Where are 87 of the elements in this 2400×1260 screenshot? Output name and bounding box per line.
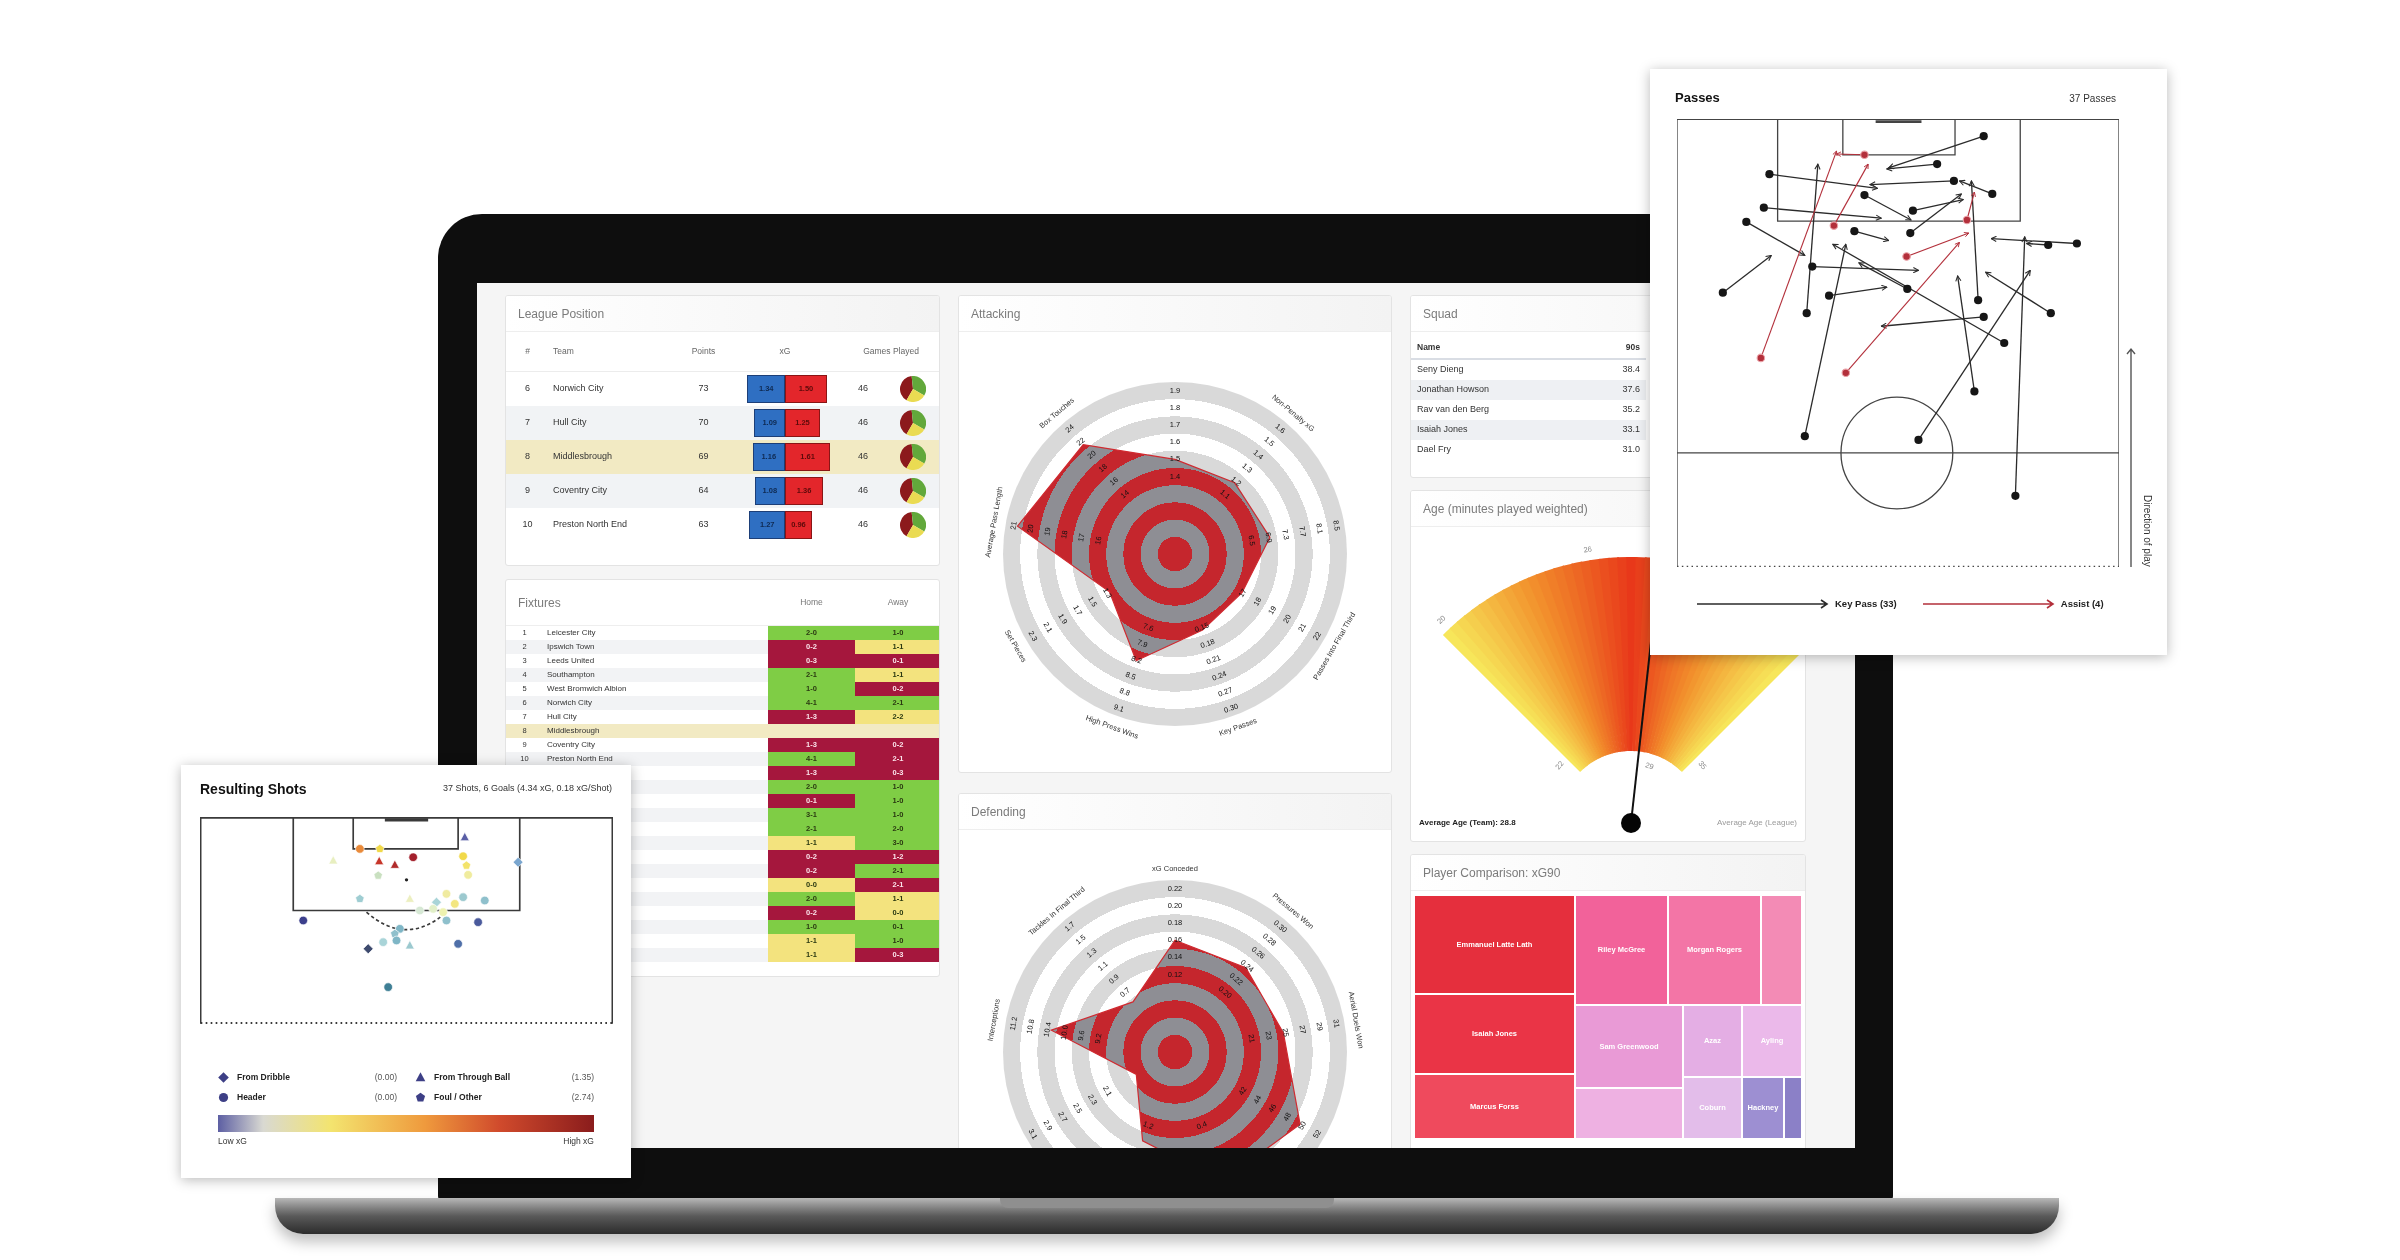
arrow-icon — [1922, 599, 2055, 610]
table-cell: 35.2 — [1622, 403, 1640, 417]
table-cell: West Bromwich Albion — [547, 685, 627, 693]
column-header: 90s — [1625, 341, 1640, 354]
table-cell: 6 — [525, 382, 530, 396]
table-cell: 46 — [858, 484, 868, 498]
table-cell: 8 — [525, 450, 530, 464]
table-cell: Southampton — [547, 671, 595, 679]
table-cell: 31.0 — [1622, 443, 1640, 457]
legend-value: (0.00) — [374, 1090, 397, 1104]
arrow-icon — [1697, 599, 1829, 610]
table-cell: Middlesbrough — [547, 727, 600, 735]
table-cell: Jonathan Howson — [1417, 383, 1490, 397]
pie-chart-icon — [900, 478, 926, 504]
table-cell: 64 — [698, 484, 709, 498]
column-header: # — [525, 345, 530, 358]
table-cell: Dael Fry — [1417, 443, 1451, 457]
table-cell: 46 — [858, 382, 868, 396]
card-title: Passes — [1675, 89, 1720, 108]
scale-label: Low xG — [218, 1135, 247, 1148]
card-title: Defending — [971, 803, 1026, 821]
legend-label: Foul / Other — [434, 1090, 482, 1104]
column-header: Name — [1417, 341, 1441, 354]
column-header: Games Played — [863, 345, 919, 358]
table-cell: Ipswich Town — [547, 643, 595, 651]
table-cell: 70 — [698, 416, 709, 430]
up-arrow-icon — [2126, 347, 2136, 567]
shot-summary: 37 Shots, 6 Goals (4.34 xG, 0.18 xG/Shot) — [442, 782, 612, 796]
card-title: Squad — [1423, 305, 1458, 323]
table-cell: Hull City — [547, 713, 577, 721]
direction-label: Direction of play — [2141, 495, 2154, 567]
table-cell: Seny Dieng — [1417, 363, 1464, 377]
table-cell: Isaiah Jones — [1417, 423, 1468, 437]
table-cell: Preston North End — [553, 518, 628, 532]
column-header: xG — [779, 345, 791, 358]
table-cell: 46 — [858, 450, 868, 464]
table-cell: 46 — [858, 416, 868, 430]
table-cell: Leicester City — [547, 629, 596, 637]
table-cell: Norwich City — [547, 699, 592, 707]
table-cell: Middlesbrough — [553, 450, 613, 464]
table-cell: 46 — [858, 518, 868, 532]
column-header: Away — [887, 596, 909, 609]
table-cell: Leeds United — [547, 657, 595, 665]
average-age-label: Average Age (Team): 28.8 — [1419, 817, 1516, 829]
diamond-icon — [218, 1071, 229, 1083]
card-title: Player Comparison: xG90 — [1423, 864, 1561, 882]
average-age-label: Average Age (League) — [1717, 817, 1797, 829]
legend-value: (0.00) — [374, 1070, 397, 1084]
legend-label: Assist (4) — [2060, 597, 2104, 611]
table-cell: 38.4 — [1622, 363, 1640, 377]
table-cell: Preston North End — [547, 755, 613, 763]
pie-chart-icon — [900, 444, 926, 470]
legend-value: (2.74) — [571, 1090, 594, 1104]
table-cell: 69 — [698, 450, 709, 464]
card-title: Attacking — [971, 305, 1021, 323]
table-cell: Norwich City — [553, 382, 604, 396]
card-title: Resulting Shots — [200, 779, 307, 799]
table-cell: 9 — [525, 484, 530, 498]
legend-label: From Through Ball — [434, 1070, 511, 1084]
triangle-icon — [415, 1071, 426, 1083]
pie-chart-icon — [900, 376, 926, 402]
table-cell: 73 — [698, 382, 709, 396]
table-cell: Hull City — [553, 416, 587, 430]
table-cell: 33.1 — [1622, 423, 1640, 437]
card-title: League Position — [518, 305, 605, 323]
card-title: Fixtures — [518, 594, 561, 612]
pass-count: 37 Passes — [2069, 91, 2116, 106]
table-cell: Rav van den Berg — [1417, 403, 1490, 417]
table-cell: Coventry City — [547, 741, 595, 749]
legend-value: (1.35) — [571, 1070, 594, 1084]
table-cell: Coventry City — [553, 484, 607, 498]
table-cell: 63 — [698, 518, 709, 532]
column-header: Team — [553, 345, 574, 358]
legend-label: Header — [237, 1090, 266, 1104]
column-header: Points — [691, 345, 716, 358]
scale-label: High xG — [563, 1135, 594, 1148]
card-title: Age (minutes played weighted) — [1423, 500, 1588, 518]
circle-icon — [218, 1091, 229, 1103]
legend-label: Key Pass (33) — [1835, 597, 1897, 611]
legend-label: From Dribble — [237, 1070, 290, 1084]
column-header: Home — [800, 596, 823, 609]
table-cell: 10 — [522, 518, 533, 532]
table-cell: 37.6 — [1622, 383, 1640, 397]
pentagon-icon — [415, 1091, 426, 1103]
pie-chart-icon — [900, 512, 926, 538]
table-cell: 7 — [525, 416, 530, 430]
pie-chart-icon — [900, 410, 926, 436]
